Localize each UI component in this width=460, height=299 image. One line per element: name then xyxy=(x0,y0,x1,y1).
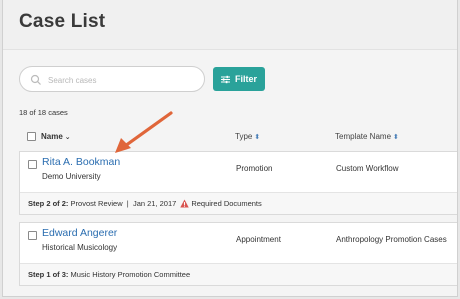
case-institution: Demo University xyxy=(42,172,101,181)
column-name-label: Name xyxy=(41,132,63,141)
sort-icon: ⬍ xyxy=(393,134,399,141)
sort-desc-icon: ⌄ xyxy=(64,134,71,141)
alert-text: Required Documents xyxy=(191,199,262,208)
case-row: Edward Angerer Historical Musicology App… xyxy=(19,222,457,286)
filter-button[interactable]: Filter xyxy=(213,67,265,91)
table-header: Name ⌄ Type ⬍ Template Name ⬍ xyxy=(19,128,457,146)
case-type: Appointment xyxy=(236,235,281,244)
column-header-type[interactable]: Type ⬍ xyxy=(235,132,260,141)
search-icon xyxy=(30,74,41,85)
step-label: Step 1 of 3: xyxy=(28,270,69,279)
step-date: Jan 21, 2017 xyxy=(132,199,177,208)
case-list-window: Case List Filter 18 of 18 cases Name⌄ Ty… xyxy=(2,0,458,297)
page-header: Case List xyxy=(3,0,457,50)
row-checkbox[interactable] xyxy=(28,160,37,169)
case-template: Anthropology Promotion Cases xyxy=(336,235,447,244)
page-title: Case List xyxy=(19,11,106,32)
column-header-template[interactable]: Template Name ⬍ xyxy=(335,132,399,141)
sort-icon: ⬍ xyxy=(254,134,261,141)
case-row: Rita A. Bookman Demo University Promotio… xyxy=(19,151,457,215)
case-name-link[interactable]: Rita A. Bookman xyxy=(42,156,120,168)
case-name-link[interactable]: Edward Angerer xyxy=(42,227,117,239)
case-template: Custom Workflow xyxy=(336,164,399,173)
search-box[interactable] xyxy=(19,66,205,92)
column-template-label: Template Name xyxy=(335,132,392,141)
case-step-bar: Step 1 of 3: Music History Promotion Com… xyxy=(20,263,457,285)
column-header-name[interactable]: Name ⌄ xyxy=(41,132,71,141)
warning-icon xyxy=(180,199,190,208)
step-label: Step 2 of 2: xyxy=(28,199,69,208)
case-step-bar: Step 2 of 2: Provost Review | Jan 21, 20… xyxy=(20,192,457,214)
step-text: Music History Promotion Committee xyxy=(70,270,191,279)
result-count: 18 of 18 cases xyxy=(19,108,68,117)
column-type-label: Type xyxy=(235,132,253,141)
case-institution: Historical Musicology xyxy=(42,243,118,252)
select-all-checkbox[interactable] xyxy=(27,132,36,141)
row-checkbox[interactable] xyxy=(28,231,37,240)
arrow-annotation xyxy=(115,111,173,153)
sliders-icon xyxy=(220,75,230,83)
case-type: Promotion xyxy=(236,164,273,173)
filter-button-label: Filter xyxy=(234,74,257,84)
step-text: Provost Review xyxy=(70,199,123,208)
search-input[interactable] xyxy=(48,71,198,89)
